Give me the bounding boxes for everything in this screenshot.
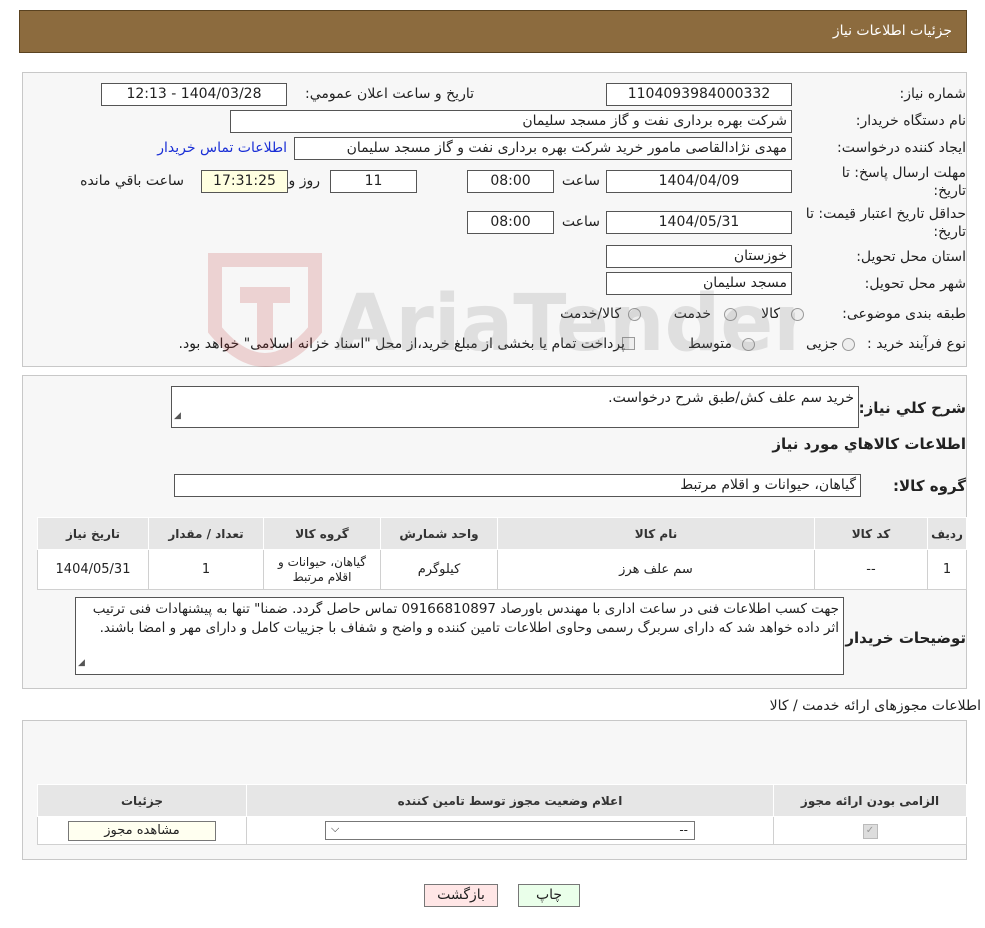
- print-button[interactable]: چاپ: [518, 884, 580, 907]
- reply-deadline-label-2: تاريخ:: [933, 183, 966, 199]
- days-remaining-field: 11: [330, 170, 417, 193]
- goods-table-header: رديف كد كالا نام كالا واحد شمارش گروه كا…: [37, 517, 967, 550]
- cell-quantity: 1: [148, 549, 264, 590]
- reply-time-field: 08:00: [467, 170, 554, 193]
- process-radio-medium[interactable]: [742, 338, 755, 351]
- treasury-note: پرداخت تمام يا بخشی از مبلغ خريد،از محل …: [178, 336, 625, 352]
- cell-unit: کیلوگرم: [380, 549, 498, 590]
- category-radio-goods-service[interactable]: [628, 308, 641, 321]
- buyer-notes-label: توضيحات خريدار:: [839, 629, 966, 647]
- price-validity-label-2: تاريخ:: [933, 224, 966, 240]
- permit-required-checkbox: ✓: [862, 824, 878, 839]
- table-row: 1 -- سم علف هرز کیلوگرم گیاهان، حیوانات …: [37, 549, 967, 590]
- validity-time-label: ساعت: [561, 214, 600, 230]
- col-permit-required: الزامی بودن ارائه مجوز: [773, 784, 967, 817]
- permit-status-select[interactable]: -- ⌵: [325, 821, 695, 840]
- days-label: روز و: [288, 173, 321, 189]
- page-header: جزئیات اطلاعات نیاز: [19, 10, 967, 53]
- page-title: جزئیات اطلاعات نیاز: [832, 23, 952, 39]
- resize-grip-icon[interactable]: ◢: [174, 407, 181, 426]
- announce-datetime-label: تاريخ و ساعت اعلان عمومي:: [305, 86, 474, 102]
- need-number-label: شماره نیاز:: [899, 86, 967, 102]
- process-option-partial: جزیی: [806, 336, 838, 352]
- cell-permit-details: مشاهده مجوز: [37, 816, 247, 845]
- category-option-goods: کالا: [761, 306, 780, 322]
- col-row-number: رديف: [927, 517, 967, 550]
- reply-deadline-label: مهلت ارسال پاسخ: تا: [841, 165, 966, 181]
- remaining-time-field: 17:31:25: [201, 170, 288, 193]
- col-permit-details: جزئیات: [37, 784, 247, 817]
- remaining-time-label: ساعت باقي مانده: [80, 173, 184, 189]
- category-option-goods-service: کالا/خدمت: [560, 306, 621, 322]
- goods-group-field: گیاهان، حیوانات و اقلام مرتبط: [174, 474, 861, 497]
- goods-table: رديف كد كالا نام كالا واحد شمارش گروه كا…: [37, 517, 967, 590]
- resize-grip-icon[interactable]: ◢: [78, 654, 85, 673]
- price-validity-label: حداقل تاريخ اعتبار قيمت: تا: [805, 206, 966, 222]
- need-description-label: شرح كلي نياز:: [858, 399, 966, 417]
- province-label: استان محل تحويل:: [856, 249, 966, 265]
- goods-group-label: گروه كالا:: [893, 477, 966, 495]
- col-item-code: كد كالا: [814, 517, 928, 550]
- col-quantity: تعداد / مقدار: [148, 517, 264, 550]
- col-item-group: گروه كالا: [263, 517, 381, 550]
- col-permit-status: اعلام وضعیت مجوز توسط تامین کننده: [246, 784, 774, 817]
- permits-title: اطلاعات مجوزهای ارائه خدمت / کالا: [769, 698, 981, 714]
- city-label: شهر محل تحويل:: [864, 276, 966, 292]
- goods-info-title: اطلاعات كالاهاي مورد نياز: [772, 435, 966, 453]
- buyer-contact-link[interactable]: اطلاعات تماس خريدار: [157, 140, 287, 156]
- chevron-down-icon: ⌵: [331, 822, 340, 835]
- need-number-field: 1104093984000332: [606, 83, 792, 106]
- announce-datetime-field: 1404/03/28 - 12:13: [101, 83, 287, 106]
- reply-date-field: 1404/04/09: [606, 170, 792, 193]
- validity-date-field: 1404/05/31: [606, 211, 792, 234]
- reply-time-label: ساعت: [561, 173, 600, 189]
- process-radio-partial[interactable]: [842, 338, 855, 351]
- buyer-org-field: شرکت بهره برداری نفت و گاز مسجد سلیمان: [230, 110, 792, 133]
- cell-permit-required: ✓: [773, 816, 967, 845]
- category-label: طبقه بندی موضوعی:: [842, 306, 966, 322]
- buyer-notes-field[interactable]: جهت کسب اطلاعات فنی در ساعت اداری با مهن…: [75, 597, 844, 675]
- col-item-name: نام كالا: [497, 517, 815, 550]
- col-unit: واحد شمارش: [380, 517, 498, 550]
- permit-status-value: --: [679, 823, 688, 837]
- permits-table-header: الزامی بودن ارائه مجوز اعلام وضعیت مجوز …: [37, 784, 967, 817]
- creator-field: مهدی نژادالقاصی مامور خرید شرکت بهره برد…: [294, 137, 792, 160]
- process-option-medium: متوسط: [688, 336, 732, 352]
- province-field: خوزستان: [606, 245, 792, 268]
- cell-item-group: گیاهان، حیوانات و اقلام مرتبط: [263, 549, 381, 590]
- permits-table: الزامی بودن ارائه مجوز اعلام وضعیت مجوز …: [37, 784, 967, 845]
- view-permit-button[interactable]: مشاهده مجوز: [68, 820, 216, 841]
- category-option-service: خدمت: [673, 306, 711, 322]
- cell-item-name: سم علف هرز: [497, 549, 815, 590]
- back-button[interactable]: بازگشت: [424, 884, 498, 907]
- category-radio-service[interactable]: [724, 308, 737, 321]
- need-description-text: خرید سم علف کش/طبق شرح درخواست.: [608, 390, 854, 406]
- buyer-org-label: نام دستگاه خريدار:: [855, 113, 966, 129]
- creator-label: ايجاد کننده درخواست:: [837, 140, 966, 156]
- process-type-label: نوع فرآيند خريد :: [867, 336, 966, 352]
- cell-need-date: 1404/05/31: [37, 549, 149, 590]
- col-need-date: تاريخ نياز: [37, 517, 149, 550]
- cell-permit-status: -- ⌵: [246, 816, 774, 845]
- table-row: ✓ -- ⌵ مشاهده مجوز: [37, 816, 967, 845]
- validity-time-field: 08:00: [467, 211, 554, 234]
- city-field: مسجد سلیمان: [606, 272, 792, 295]
- cell-row-number: 1: [927, 549, 967, 590]
- buyer-notes-text: جهت کسب اطلاعات فنی در ساعت اداری با مهن…: [92, 601, 839, 636]
- need-description-field[interactable]: خرید سم علف کش/طبق شرح درخواست. ◢: [171, 386, 859, 428]
- cell-item-code: --: [814, 549, 928, 590]
- category-radio-goods[interactable]: [791, 308, 804, 321]
